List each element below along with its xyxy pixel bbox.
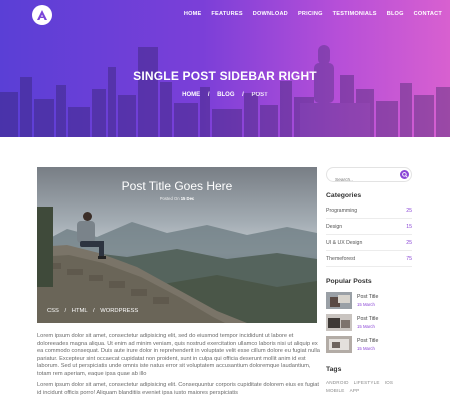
breadcrumb: HOME / BLOG / POST [0, 92, 450, 98]
city-skyline-background [0, 45, 450, 137]
popular-post[interactable]: Post Title 15 March [326, 290, 416, 310]
popular-post-date: 15 March [357, 324, 375, 329]
post-meta-label: Posted On [159, 196, 180, 201]
category-item[interactable]: Programming 25 [326, 203, 412, 219]
featured-image: Post Title Goes Here Posted On 15 Dec CS… [37, 167, 317, 323]
popular-posts-heading: Popular Posts [326, 278, 372, 285]
breadcrumb-separator: / [207, 92, 210, 98]
post-meta: Posted On 15 Dec [37, 196, 317, 201]
popular-post[interactable]: Post Title 15 March [326, 334, 416, 354]
category-item[interactable]: Themeforest 75 [326, 251, 412, 267]
category-item[interactable]: Design 15 [326, 219, 412, 235]
category-count: 25 [406, 207, 412, 214]
popular-post-title: Post Title [357, 294, 379, 300]
category-count: 15 [406, 223, 412, 230]
nav-pricing[interactable]: PRICING [298, 11, 323, 17]
categories-heading: Categories [326, 192, 362, 199]
site-logo[interactable] [32, 5, 52, 25]
category-count: 75 [406, 255, 412, 262]
category-label: Themeforest [326, 255, 356, 262]
breadcrumb-separator: / [242, 92, 244, 98]
breadcrumb-home[interactable]: HOME [182, 92, 200, 98]
popular-post-title: Post Title [357, 338, 379, 344]
tag-cloud: ANDROID LIFESTYLE IOS MOBILE APP [326, 380, 416, 393]
post-paragraph: Lorem ipsum dolor sit amet, consectetur … [37, 382, 319, 396]
nav-contact[interactable]: CONTACT [414, 11, 442, 17]
search-box [326, 167, 412, 187]
search-icon [401, 171, 408, 178]
a-logo-icon [37, 10, 47, 20]
tag-link[interactable]: LIFESTYLE [354, 380, 380, 385]
popular-post-date: 15 March [357, 346, 375, 351]
category-item[interactable]: UI & UX Design 25 [326, 235, 412, 251]
tag-link[interactable]: APP [350, 388, 360, 393]
category-count: 25 [406, 239, 412, 246]
main-nav: HOME FEATURES DOWNLOAD PRICING TESTIMONI… [184, 11, 442, 17]
post-paragraph: Lorem ipsum dolor sit amet, consectetur … [37, 333, 320, 377]
tag-separator: / [93, 308, 95, 314]
nav-features[interactable]: FEATURES [211, 11, 242, 17]
post-tag[interactable]: WORDPRESS [100, 308, 138, 314]
nav-home[interactable]: HOME [184, 11, 202, 17]
category-label: Programming [326, 207, 358, 214]
tag-link[interactable]: IOS [385, 380, 394, 385]
popular-post-title: Post Title [357, 316, 379, 322]
tag-link[interactable]: ANDROID [326, 380, 349, 385]
category-label: Design [326, 223, 343, 230]
search-input[interactable] [327, 174, 395, 187]
popular-post[interactable]: Post Title 15 March [326, 312, 416, 332]
category-label: UI & UX Design [326, 239, 363, 246]
post-tag[interactable]: CSS [47, 308, 59, 314]
hero-banner: HOME FEATURES DOWNLOAD PRICING TESTIMONI… [0, 0, 450, 137]
category-list: Programming 25 Design 15 UI & UX Design … [326, 203, 412, 267]
post-tag[interactable]: HTML [72, 308, 88, 314]
nav-download[interactable]: DOWNLOAD [253, 11, 288, 17]
post-tags: CSS / HTML / WORDPRESS [47, 308, 138, 314]
breadcrumb-current: POST [251, 92, 268, 98]
popular-post-thumbnail [326, 314, 352, 331]
post-date: 15 Dec [180, 196, 195, 201]
breadcrumb-blog[interactable]: BLOG [217, 92, 234, 98]
popular-post-thumbnail [326, 336, 352, 353]
nav-blog[interactable]: BLOG [387, 11, 404, 17]
tags-heading: Tags [326, 366, 342, 373]
popular-post-thumbnail [326, 292, 352, 309]
popular-post-date: 15 March [357, 302, 375, 307]
search-button[interactable] [400, 170, 409, 179]
tag-separator: / [64, 308, 67, 314]
page-title: SINGLE POST SIDEBAR RIGHT [133, 69, 317, 83]
post-title: Post Title Goes Here [121, 179, 233, 193]
nav-testimonials[interactable]: TESTIMONIALS [333, 11, 377, 17]
tag-link[interactable]: MOBILE [326, 388, 345, 393]
